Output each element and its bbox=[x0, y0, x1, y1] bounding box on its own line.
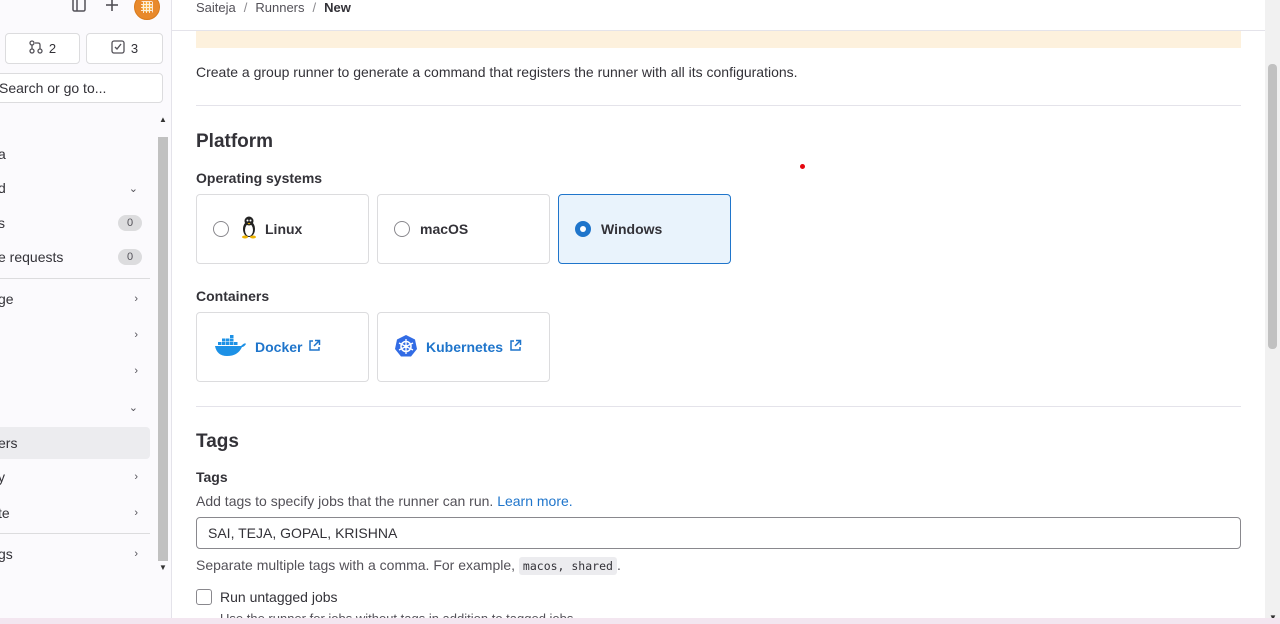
containers-label: Containers bbox=[196, 288, 270, 304]
sidebar-item-1[interactable]: d⌄ bbox=[0, 172, 150, 204]
chevron-down-icon: ⌄ bbox=[128, 401, 138, 414]
breadcrumb-runners[interactable]: Runners bbox=[255, 0, 304, 16]
sidebar-item-label: a bbox=[0, 146, 6, 162]
sidebar-item-4[interactable]: ge › bbox=[0, 283, 150, 315]
kubernetes-icon bbox=[394, 334, 418, 361]
todo-button[interactable]: 3 bbox=[86, 33, 163, 64]
tags-example-code: macos, shared bbox=[518, 557, 617, 575]
count-badge: 0 bbox=[118, 215, 142, 231]
scroll-up-icon[interactable]: ▲ bbox=[159, 115, 167, 124]
merge-requests-button[interactable]: 2 bbox=[5, 33, 80, 64]
sidebar-scroll-thumb[interactable] bbox=[158, 137, 168, 561]
merge-request-icon bbox=[29, 40, 43, 57]
separator-help-text: Separate multiple tags with a comma. For… bbox=[196, 557, 516, 573]
container-label: Kubernetes bbox=[426, 339, 504, 355]
run-untagged-checkbox[interactable] bbox=[196, 589, 212, 605]
cursor-marker bbox=[800, 164, 805, 169]
platform-heading: Platform bbox=[196, 131, 274, 152]
help-period: . bbox=[616, 557, 621, 573]
create-new-icon[interactable] bbox=[105, 0, 119, 17]
sidebar-item-runners[interactable]: ers bbox=[0, 427, 150, 459]
radio-macos[interactable] bbox=[394, 221, 410, 237]
tags-separator-help: Separate multiple tags with a comma. For… bbox=[196, 557, 621, 575]
tags-label: Tags bbox=[196, 469, 228, 485]
sidebar-item-6[interactable]: › bbox=[0, 355, 150, 387]
sidebar: 2 3 Search or go to... a d⌄ s0 e request… bbox=[0, 0, 172, 624]
chevron-right-icon: › bbox=[134, 293, 138, 305]
search-placeholder: Search or go to... bbox=[0, 80, 107, 96]
bottom-edge bbox=[0, 618, 1280, 624]
breadcrumb: Saiteja / Runners / New bbox=[196, 0, 351, 16]
tags-input[interactable]: SAI, TEJA, GOPAL, KRISHNA bbox=[196, 517, 1241, 549]
intro-text: Create a group runner to generate a comm… bbox=[196, 64, 798, 80]
chevron-right-icon: › bbox=[134, 507, 138, 519]
os-option-label: Windows bbox=[601, 221, 663, 237]
page-scroll-thumb[interactable] bbox=[1268, 64, 1277, 349]
section-divider bbox=[196, 105, 1241, 106]
page-scrollbar[interactable]: ▼ bbox=[1265, 0, 1280, 624]
sidebar-item-11[interactable]: gs › bbox=[0, 538, 150, 570]
container-kubernetes-link[interactable]: Kubernetes bbox=[377, 312, 550, 382]
count-badge: 0 bbox=[118, 249, 142, 265]
external-link-icon bbox=[509, 339, 522, 355]
alert-banner bbox=[196, 31, 1241, 48]
os-option-label: macOS bbox=[420, 221, 469, 237]
sidebar-item-label: te bbox=[0, 505, 10, 521]
container-docker-link[interactable]: Docker bbox=[196, 312, 369, 382]
section-divider bbox=[196, 406, 1241, 407]
learn-more-link[interactable]: Learn more. bbox=[497, 493, 572, 509]
sidebar-item-7[interactable]: ⌄ bbox=[0, 391, 150, 423]
todo-icon bbox=[111, 40, 125, 57]
os-option-windows[interactable]: Windows bbox=[558, 194, 731, 264]
top-bar: Saiteja / Runners / New bbox=[172, 0, 1265, 31]
sidebar-item-label: e requests bbox=[0, 249, 64, 265]
docker-icon bbox=[213, 334, 247, 361]
linux-icon bbox=[239, 215, 259, 244]
user-avatar[interactable] bbox=[134, 0, 160, 20]
tags-heading: Tags bbox=[196, 431, 239, 452]
sidebar-item-9[interactable]: y› bbox=[0, 461, 150, 493]
sidebar-item-label: ers bbox=[0, 435, 18, 451]
sidebar-item-0[interactable]: a bbox=[0, 138, 150, 170]
run-untagged-label: Run untagged jobs bbox=[220, 589, 338, 605]
breadcrumb-separator: / bbox=[312, 0, 317, 15]
tags-help-text: Add tags to specify jobs that the runner… bbox=[196, 493, 494, 509]
chevron-right-icon: › bbox=[134, 365, 138, 377]
sidebar-toggle-icon[interactable] bbox=[72, 0, 86, 17]
breadcrumb-group[interactable]: Saiteja bbox=[196, 0, 236, 16]
sidebar-divider bbox=[0, 533, 150, 534]
sidebar-item-2[interactable]: s0 bbox=[0, 207, 150, 239]
sidebar-scrollbar[interactable]: ▲ ▼ bbox=[155, 113, 169, 577]
sidebar-item-label: gs bbox=[0, 546, 13, 562]
breadcrumb-separator: / bbox=[243, 0, 248, 15]
os-option-label: Linux bbox=[265, 221, 303, 237]
external-link-icon bbox=[308, 339, 321, 355]
radio-linux[interactable] bbox=[213, 221, 229, 237]
sidebar-item-5[interactable]: › bbox=[0, 319, 150, 351]
breadcrumb-current: New bbox=[324, 0, 351, 15]
tags-input-value: SAI, TEJA, GOPAL, KRISHNA bbox=[208, 525, 398, 541]
sidebar-item-label: y bbox=[0, 469, 5, 485]
chevron-right-icon: › bbox=[134, 471, 138, 483]
sidebar-item-label: ge bbox=[0, 291, 14, 307]
search-input[interactable]: Search or go to... bbox=[0, 73, 163, 103]
sidebar-item-label: d bbox=[0, 180, 6, 196]
run-untagged-option[interactable]: Run untagged jobs bbox=[196, 589, 338, 605]
radio-windows[interactable] bbox=[575, 221, 591, 237]
merge-requests-count: 2 bbox=[48, 41, 57, 56]
os-option-macos[interactable]: macOS bbox=[377, 194, 550, 264]
scroll-down-icon[interactable]: ▼ bbox=[159, 563, 167, 572]
sidebar-item-label: s bbox=[0, 215, 5, 231]
tags-help: Add tags to specify jobs that the runner… bbox=[196, 493, 573, 509]
container-label: Docker bbox=[255, 339, 303, 355]
os-label: Operating systems bbox=[196, 170, 323, 186]
chevron-down-icon: ⌄ bbox=[128, 182, 138, 195]
sidebar-item-3[interactable]: e requests 0 bbox=[0, 241, 150, 273]
sidebar-divider bbox=[0, 278, 150, 279]
todo-count: 3 bbox=[130, 41, 139, 56]
os-option-linux[interactable]: Linux bbox=[196, 194, 369, 264]
chevron-right-icon: › bbox=[134, 548, 138, 560]
sidebar-item-10[interactable]: te › bbox=[0, 497, 150, 529]
chevron-right-icon: › bbox=[134, 329, 138, 341]
